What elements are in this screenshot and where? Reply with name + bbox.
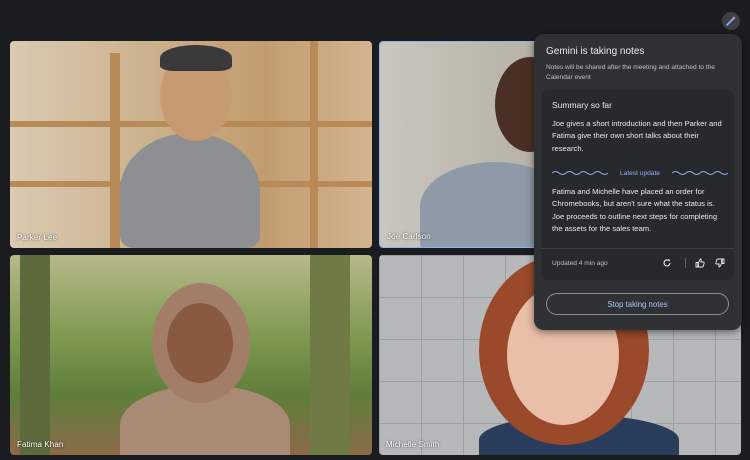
gemini-notes-button[interactable] bbox=[722, 12, 740, 30]
wave-divider-icon bbox=[552, 171, 608, 175]
panel-subtitle: Notes will be shared after the meeting a… bbox=[546, 64, 715, 81]
divider bbox=[685, 258, 686, 268]
refresh-icon[interactable] bbox=[660, 256, 674, 270]
thumbs-up-icon[interactable] bbox=[693, 256, 707, 270]
wave-divider-icon bbox=[672, 171, 728, 175]
video-background bbox=[10, 255, 372, 455]
participant-name: Fatima Khan bbox=[17, 440, 64, 449]
stop-taking-notes-button[interactable]: Stop taking notes bbox=[546, 293, 729, 315]
gemini-notes-panel: Gemini is taking notes Notes will be sha… bbox=[534, 34, 742, 330]
video-tile-parker[interactable]: Parker Lee bbox=[10, 41, 372, 248]
summary-card: Summary so far Joe gives a short introdu… bbox=[541, 90, 734, 280]
latest-update-divider: Latest update bbox=[552, 168, 728, 180]
video-background bbox=[10, 41, 372, 248]
video-tile-fatima[interactable]: Fatima Khan bbox=[10, 255, 372, 455]
latest-update-label: Latest update bbox=[620, 170, 660, 177]
updated-timestamp: Updated 4 min ago bbox=[552, 260, 608, 267]
participant-name: Joe Carlson bbox=[387, 232, 431, 241]
panel-title: Gemini is taking notes bbox=[546, 46, 645, 57]
participant-name: Michelle Smith bbox=[386, 440, 440, 449]
thumbs-down-icon[interactable] bbox=[713, 256, 727, 270]
gemini-icon bbox=[726, 16, 736, 26]
participant-name: Parker Lee bbox=[17, 233, 58, 242]
latest-summary-text: Fatima and Michelle have placed an order… bbox=[552, 187, 718, 234]
summary-text: Joe gives a short introduction and then … bbox=[552, 119, 722, 153]
divider bbox=[541, 248, 734, 249]
summary-title: Summary so far bbox=[552, 100, 612, 110]
